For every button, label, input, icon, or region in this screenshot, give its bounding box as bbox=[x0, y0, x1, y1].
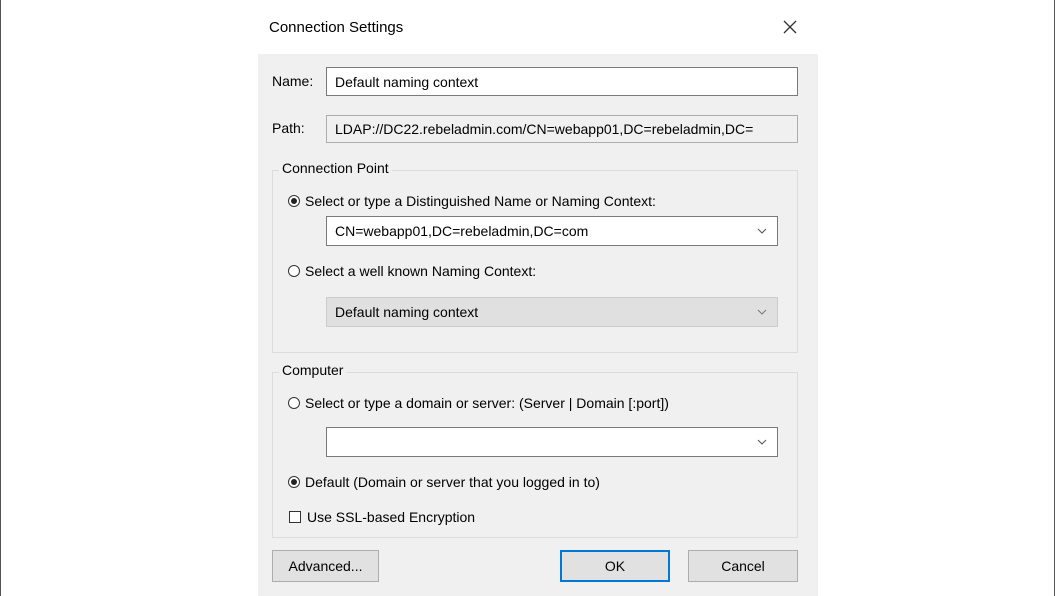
well-known-context-combo[interactable]: Default naming context bbox=[326, 297, 778, 327]
cancel-button-label: Cancel bbox=[721, 558, 765, 574]
computer-group-title: Computer bbox=[279, 362, 347, 378]
radio-dn-indicator[interactable] bbox=[288, 195, 300, 207]
ok-button-label: OK bbox=[604, 558, 626, 574]
radio-server-indicator[interactable] bbox=[288, 397, 300, 409]
advanced-button-label: Advanced... bbox=[288, 558, 363, 574]
advanced-button[interactable]: Advanced... bbox=[272, 550, 379, 582]
radio-well-known[interactable]: Select a well known Naming Context: bbox=[288, 263, 536, 279]
radio-default-domain[interactable]: Default (Domain or server that you logge… bbox=[288, 474, 600, 490]
name-input-value: Default naming context bbox=[335, 73, 479, 90]
ssl-checkbox[interactable] bbox=[289, 511, 301, 523]
radio-default-indicator[interactable] bbox=[288, 476, 300, 488]
name-input[interactable]: Default naming context bbox=[326, 67, 798, 96]
name-label: Name: bbox=[272, 73, 314, 89]
dn-combo-value: CN=webapp01,DC=rebeladmin,DC=com bbox=[335, 223, 589, 239]
distinguished-name-combo[interactable]: CN=webapp01,DC=rebeladmin,DC=com bbox=[326, 216, 778, 246]
radio-server-label: Select or type a domain or server: (Serv… bbox=[305, 395, 669, 411]
dialog-titlebar: Connection Settings bbox=[258, 0, 818, 54]
radio-well-known-label: Select a well known Naming Context: bbox=[305, 263, 537, 279]
connection-point-title: Connection Point bbox=[279, 160, 392, 176]
path-field-value: LDAP://DC22.rebeladmin.com/CN=webapp01,D… bbox=[335, 121, 754, 137]
ssl-checkbox-row[interactable]: Use SSL-based Encryption bbox=[289, 509, 475, 525]
ok-button[interactable]: OK bbox=[560, 550, 670, 582]
well-known-combo-value: Default naming context bbox=[335, 304, 479, 320]
radio-well-known-indicator[interactable] bbox=[288, 265, 300, 277]
path-label: Path: bbox=[272, 120, 305, 136]
radio-default-label: Default (Domain or server that you logge… bbox=[305, 474, 600, 490]
connection-settings-dialog: Connection Settings Name: Default naming… bbox=[258, 0, 818, 596]
server-combo[interactable] bbox=[326, 427, 778, 457]
dialog-title: Connection Settings bbox=[269, 19, 404, 36]
path-field[interactable]: LDAP://DC22.rebeladmin.com/CN=webapp01,D… bbox=[326, 115, 798, 143]
cancel-button[interactable]: Cancel bbox=[688, 550, 798, 582]
chevron-down-icon[interactable] bbox=[755, 226, 769, 236]
chevron-down-icon[interactable] bbox=[755, 437, 769, 447]
close-button[interactable] bbox=[770, 10, 810, 44]
close-icon bbox=[783, 20, 797, 34]
ssl-checkbox-label: Use SSL-based Encryption bbox=[307, 509, 476, 525]
radio-domain-server[interactable]: Select or type a domain or server: (Serv… bbox=[288, 395, 669, 411]
radio-dn-label: Select or type a Distinguished Name or N… bbox=[305, 193, 656, 209]
chevron-down-icon[interactable] bbox=[755, 307, 769, 317]
radio-distinguished-name[interactable]: Select or type a Distinguished Name or N… bbox=[288, 193, 656, 209]
